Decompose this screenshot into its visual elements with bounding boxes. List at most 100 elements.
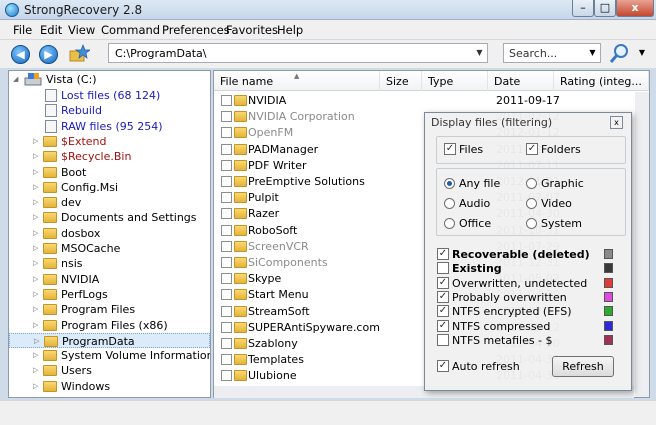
expand-icon[interactable]: ▷ <box>33 348 42 363</box>
menu-view[interactable]: View <box>68 23 95 37</box>
tree-item[interactable]: ▷ nsis <box>9 256 210 271</box>
radio-graphic[interactable] <box>526 178 537 189</box>
state-color-swatch[interactable] <box>604 334 613 345</box>
tree-item[interactable]: ▷ Users <box>9 363 210 378</box>
file-checkbox[interactable] <box>221 159 232 171</box>
tree-item[interactable]: ▷ PerfLogs <box>9 287 210 302</box>
tree-item[interactable]: ▷ ProgramData <box>9 332 210 349</box>
radio-audio[interactable] <box>444 198 455 209</box>
file-checkbox[interactable] <box>221 257 232 268</box>
state-checkbox[interactable]: ✓ <box>437 248 449 260</box>
menu-edit[interactable]: Edit <box>40 23 62 37</box>
tree-item[interactable]: ▷ Boot <box>9 165 210 180</box>
menu-preferences[interactable]: Preferences <box>162 23 230 37</box>
expand-icon[interactable]: ▷ <box>33 256 42 271</box>
column-type[interactable]: Type <box>422 71 488 91</box>
column-rating[interactable]: Rating (integ... <box>554 71 649 91</box>
state-checkbox[interactable]: ✓ <box>437 319 449 332</box>
column-date[interactable]: Date <box>488 71 554 91</box>
expand-icon[interactable]: ▷ <box>33 134 42 149</box>
menu-favorites[interactable]: Favorites <box>226 23 278 37</box>
state-checkbox[interactable]: ✓ <box>437 305 449 318</box>
state-color-swatch[interactable] <box>604 291 613 302</box>
radio-system[interactable] <box>526 218 537 229</box>
collapse-icon[interactable]: ◢ <box>13 72 22 87</box>
tree-item[interactable]: ▷ MSOCache <box>9 241 210 256</box>
file-checkbox[interactable] <box>221 111 232 123</box>
search-dropdown-button[interactable]: ▼ <box>585 44 600 62</box>
tree-item[interactable]: ▷ Program Files <box>9 302 210 317</box>
home-button[interactable] <box>68 44 92 64</box>
expand-icon[interactable]: ▷ <box>33 149 42 164</box>
file-checkbox[interactable] <box>221 192 232 204</box>
tree-item[interactable]: ▷ dosbox <box>9 226 210 241</box>
tree-item[interactable]: ▷ System Volume Information <box>9 348 210 363</box>
path-dropdown-button[interactable]: ▼ <box>472 44 487 62</box>
files-checkbox[interactable]: ✓ <box>444 143 456 155</box>
tree-item[interactable]: RAW files (95 254) <box>9 119 210 134</box>
tree-item[interactable]: ▷ $Extend <box>9 134 210 149</box>
radio-office[interactable] <box>444 218 455 229</box>
expand-icon[interactable]: ▷ <box>33 318 42 333</box>
column-size[interactable]: Size <box>380 71 422 91</box>
state-color-swatch[interactable] <box>604 263 613 274</box>
folders-checkbox[interactable]: ✓ <box>526 143 538 155</box>
expand-icon[interactable]: ▷ <box>33 241 42 256</box>
expand-icon[interactable]: ▷ <box>33 165 42 180</box>
tree-root[interactable]: ◢ Vista (C:) <box>9 72 210 87</box>
tree-item[interactable]: ▷ Windows <box>9 379 210 394</box>
file-checkbox[interactable] <box>221 95 232 106</box>
file-checkbox[interactable] <box>221 273 232 285</box>
maximize-button[interactable]: □ <box>594 0 616 17</box>
expand-icon[interactable]: ▷ <box>33 287 42 302</box>
file-checkbox[interactable] <box>221 143 232 155</box>
path-input[interactable]: C:\ProgramData\ <box>108 43 488 63</box>
tree-item[interactable]: ▷ Documents and Settings <box>9 210 210 225</box>
file-checkbox[interactable] <box>221 338 232 349</box>
file-checkbox[interactable] <box>221 289 232 301</box>
tree-item[interactable]: Lost files (68 124) <box>9 88 210 103</box>
state-checkbox[interactable]: ✓ <box>437 276 449 289</box>
vertical-scrollbar[interactable] <box>635 92 649 397</box>
expand-icon[interactable]: ▷ <box>33 210 42 225</box>
tree-item[interactable]: ▷ Config.Msi <box>9 180 210 195</box>
expand-icon[interactable]: ▷ <box>33 195 42 210</box>
refresh-button[interactable]: Refresh <box>552 356 614 377</box>
expand-icon[interactable]: ▷ <box>33 379 42 394</box>
tree-item[interactable]: ▷ $Recycle.Bin <box>9 149 210 164</box>
expand-icon[interactable]: ▷ <box>33 272 42 287</box>
menu-help[interactable]: Help <box>277 23 303 37</box>
auto-refresh-checkbox[interactable]: ✓ <box>437 360 449 372</box>
radio-video[interactable] <box>526 198 537 209</box>
expand-icon[interactable]: ▷ <box>33 180 42 195</box>
file-checkbox[interactable] <box>221 240 232 252</box>
file-checkbox[interactable] <box>221 321 232 333</box>
expand-icon[interactable]: ▷ <box>33 363 42 378</box>
tree-item[interactable]: ▷ NVIDIA <box>9 272 210 287</box>
file-checkbox[interactable] <box>221 127 232 139</box>
back-button[interactable]: ◀ <box>11 45 30 64</box>
state-checkbox[interactable] <box>437 262 449 275</box>
tree-item[interactable]: ▷ Program Files (x86) <box>9 318 210 333</box>
expand-icon[interactable]: ▷ <box>33 302 42 317</box>
state-color-swatch[interactable] <box>604 277 613 288</box>
close-button[interactable]: x <box>616 0 654 17</box>
file-checkbox[interactable] <box>221 370 232 382</box>
forward-button[interactable]: ▶ <box>39 45 58 64</box>
file-row[interactable]: NVIDIA 2011-09-17 <box>214 93 649 109</box>
menu-command[interactable]: Command <box>101 23 160 37</box>
state-color-swatch[interactable] <box>604 320 613 331</box>
search-button[interactable] <box>607 42 633 64</box>
state-color-swatch[interactable] <box>604 249 613 259</box>
folder-tree[interactable]: ◢ Vista (C:) Lost files (68 124) Rebuild R… <box>8 70 211 398</box>
state-checkbox[interactable] <box>437 333 449 346</box>
radio-any-file[interactable] <box>444 178 455 189</box>
file-checkbox[interactable] <box>221 176 232 187</box>
expand-icon[interactable]: ▷ <box>33 226 42 241</box>
file-checkbox[interactable] <box>221 354 232 366</box>
state-color-swatch[interactable] <box>604 306 613 317</box>
file-checkbox[interactable] <box>221 208 232 220</box>
tree-item[interactable]: ▷ dev <box>9 195 210 210</box>
expand-icon[interactable]: ▷ <box>34 334 43 349</box>
menu-file[interactable]: File <box>13 23 32 37</box>
